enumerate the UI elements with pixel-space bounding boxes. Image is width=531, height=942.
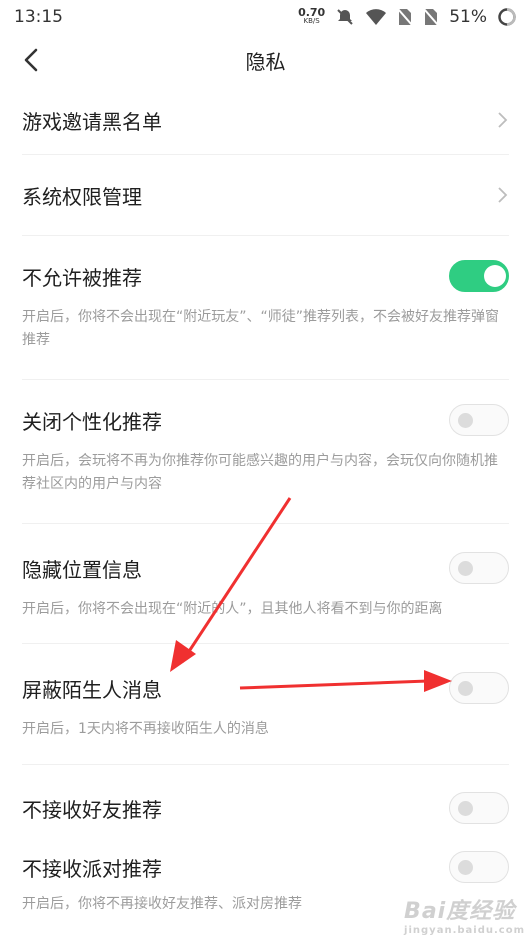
setting-block-strangers: 屏蔽陌生人消息 开启后，1天内将不再接收陌生人的消息 <box>0 644 531 764</box>
setting-description: 开启后，你将不会出现在“附近的人”，且其他人将看不到与你的距离 <box>22 601 443 617</box>
setting-label: 不接收派对推荐 <box>22 856 162 881</box>
setting-label: 不允许被推荐 <box>22 265 142 290</box>
toggle-knob <box>458 860 473 875</box>
setting-description: 开启后，1天内将不再接收陌生人的消息 <box>22 721 269 737</box>
toggle-knob <box>458 681 473 696</box>
toggle-knob <box>458 413 473 428</box>
toggle-block-strangers[interactable] <box>449 672 509 704</box>
setting-label: 不接收好友推荐 <box>22 797 162 822</box>
page-title: 隐私 <box>245 49 286 74</box>
setting-disable-personalized: 关闭个性化推荐 开启后，会玩将不再为你推荐你可能感兴趣的用户与内容，会玩仅向你随… <box>0 380 531 523</box>
setting-label: 系统权限管理 <box>22 184 142 209</box>
setting-game-invite-blacklist[interactable]: 游戏邀请黑名单 <box>0 86 531 154</box>
setting-description: 开启后，你将不会出现在“附近玩友”、“师徒”推荐列表，不会被好友推荐弹窗推荐 <box>22 309 500 348</box>
setting-label: 游戏邀请黑名单 <box>22 109 162 134</box>
status-bar: 13:15 0.70 KB/S 51% <box>0 0 531 34</box>
nav-bar: 隐私 <box>0 34 531 86</box>
setting-hide-location: 隐藏位置信息 开启后，你将不会出现在“附近的人”，且其他人将看不到与你的距离 <box>0 524 531 643</box>
toggle-no-party-recommend[interactable] <box>449 851 509 883</box>
mute-icon <box>337 9 353 25</box>
toggle-hide-location[interactable] <box>449 552 509 584</box>
back-arrow-icon[interactable] <box>18 46 46 74</box>
setting-no-friend-recommend: 不接收好友推荐 <box>0 765 531 851</box>
setting-label: 关闭个性化推荐 <box>22 409 162 434</box>
no-sim-icon-2 <box>423 8 439 26</box>
setting-disallow-recommend: 不允许被推荐 开启后，你将不会出现在“附近玩友”、“师徒”推荐列表，不会被好友推… <box>0 236 531 379</box>
toggle-knob <box>458 801 473 816</box>
chevron-right-icon <box>498 112 508 128</box>
wifi-icon <box>366 9 387 25</box>
battery-level: 51% <box>449 7 487 27</box>
toggle-no-friend-recommend[interactable] <box>449 792 509 824</box>
toggle-knob <box>458 561 473 576</box>
status-icons: 0.70 KB/S 51% <box>298 7 517 27</box>
setting-label: 隐藏位置信息 <box>22 557 142 582</box>
status-time: 13:15 <box>14 7 63 27</box>
net-speed: 0.70 KB/S <box>298 6 326 25</box>
toggle-disallow-recommend[interactable] <box>449 260 509 292</box>
setting-system-permissions[interactable]: 系统权限管理 <box>0 155 531 235</box>
watermark-logo: Bai度经验 jingyan.baidu.com <box>404 899 525 936</box>
no-sim-icon <box>397 8 413 26</box>
toggle-disable-personalized[interactable] <box>449 404 509 436</box>
chevron-right-icon <box>498 187 508 203</box>
toggle-knob <box>484 265 506 287</box>
setting-description: 开启后，会玩将不再为你推荐你可能感兴趣的用户与内容，会玩仅向你随机推荐社区内的用… <box>22 453 498 492</box>
setting-label: 屏蔽陌生人消息 <box>22 677 162 702</box>
battery-icon <box>498 8 516 26</box>
